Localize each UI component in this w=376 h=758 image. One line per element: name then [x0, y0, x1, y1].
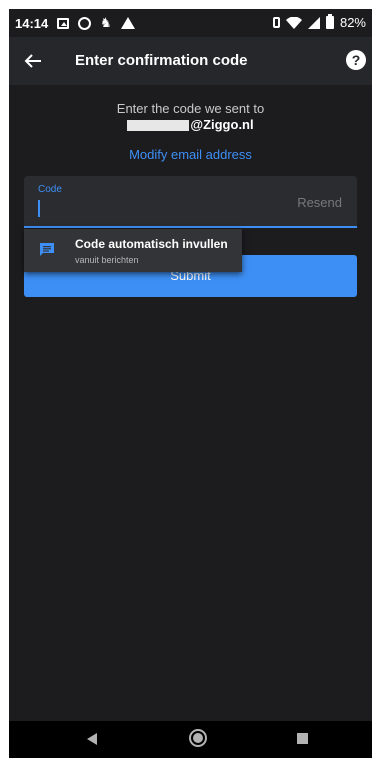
autofill-subtitle: vanuit berichten: [75, 255, 139, 265]
redacted-email-part: [127, 120, 190, 132]
phone-screen: 14:14 ♞ 82% Enter confirmation code ? En…: [9, 9, 372, 758]
wifi-icon: [285, 16, 302, 29]
nav-back-icon[interactable]: [87, 733, 97, 745]
status-bar: 14:14 ♞ 82%: [9, 9, 372, 37]
nav-recents-icon[interactable]: [297, 733, 308, 744]
circle-icon: [78, 16, 91, 30]
battery-percent: 82%: [339, 15, 366, 30]
android-icon: ♞: [100, 15, 112, 30]
image-icon: [57, 17, 69, 29]
message-icon: [40, 243, 54, 256]
code-label: Code: [38, 184, 62, 195]
email-domain: @Ziggo.nl: [190, 117, 254, 132]
warning-icon: [120, 17, 135, 29]
status-time: 14:14: [15, 16, 49, 31]
help-icon: ?: [351, 52, 361, 68]
instruction-text: Enter the code we sent to: [116, 101, 265, 116]
resend-button[interactable]: Resend: [297, 195, 342, 210]
back-button[interactable]: [19, 47, 47, 75]
vibrate-icon: [272, 17, 280, 28]
nav-home-icon[interactable]: [189, 729, 207, 747]
app-bar: Enter confirmation code ?: [9, 37, 372, 85]
autofill-title: Code automatisch invullen: [75, 237, 228, 251]
modify-email-link[interactable]: Modify email address: [9, 147, 372, 162]
battery-icon: [325, 14, 334, 29]
arrow-left-icon: [24, 54, 41, 68]
system-icons: 82%: [272, 14, 366, 30]
autofill-suggestion[interactable]: Code automatisch invullen vanuit bericht…: [24, 229, 242, 272]
text-caret: [38, 200, 40, 217]
page-title: Enter confirmation code: [75, 52, 248, 69]
notification-icons: ♞: [57, 15, 135, 31]
signal-icon: [307, 16, 320, 29]
code-input[interactable]: Code Resend: [24, 176, 357, 228]
help-button[interactable]: ?: [346, 50, 366, 70]
email-address: @Ziggo.nl: [9, 117, 372, 132]
navigation-bar: [9, 721, 372, 758]
